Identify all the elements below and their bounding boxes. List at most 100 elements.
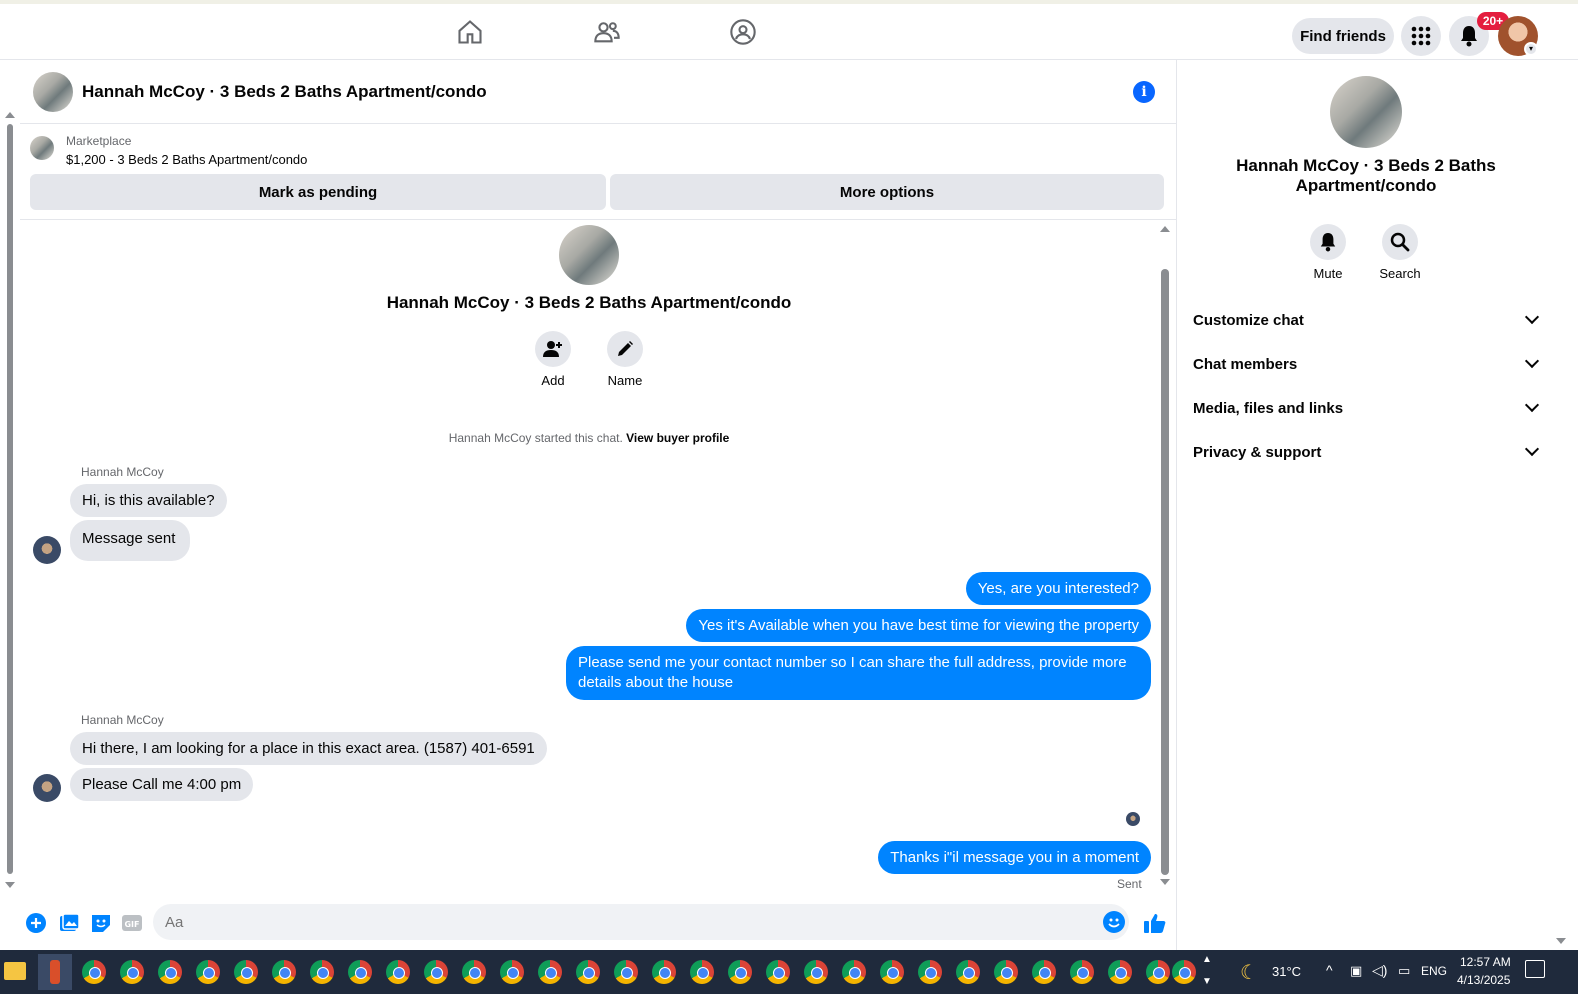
search-in-chat-button[interactable]: Search — [1370, 224, 1430, 281]
temperature[interactable]: 31°C — [1272, 964, 1301, 979]
gif-icon[interactable]: GIF — [121, 912, 143, 934]
chrome-profile-icon[interactable] — [842, 960, 866, 984]
message-bubble-outgoing[interactable]: Yes it's Available when you have best ti… — [686, 609, 1151, 642]
scroll-down-arrow-icon[interactable] — [5, 882, 15, 888]
emoji-icon[interactable] — [1103, 911, 1125, 933]
menu-grid-icon[interactable] — [1401, 16, 1441, 56]
chrome-profile-icon[interactable] — [918, 960, 942, 984]
chat-title[interactable]: Hannah McCoy · 3 Beds 2 Baths Apartment/… — [82, 82, 487, 102]
chrome-profile-icon[interactable] — [614, 960, 638, 984]
chrome-profile-icon[interactable] — [82, 960, 106, 984]
groups-icon[interactable] — [729, 18, 757, 46]
view-buyer-profile-link[interactable]: View buyer profile — [626, 431, 729, 445]
taskbar-scroll-up-icon[interactable]: ▲ — [1202, 954, 1212, 965]
chrome-profile-icon[interactable] — [424, 960, 448, 984]
chrome-profile-icon[interactable] — [196, 960, 220, 984]
chrome-profile-icon[interactable] — [234, 960, 258, 984]
chrome-profile-icon[interactable] — [158, 960, 182, 984]
active-app-icon[interactable] — [38, 954, 72, 990]
chevron-down-icon — [1524, 441, 1540, 457]
search-icon — [1382, 224, 1418, 260]
mark-as-pending-button[interactable]: Mark as pending — [30, 174, 606, 210]
customize-chat-section[interactable]: Customize chat — [1193, 298, 1543, 342]
listing-price[interactable]: $1,200 - 3 Beds 2 Baths Apartment/condo — [66, 152, 307, 167]
page-scrollbar[interactable] — [4, 110, 15, 890]
chrome-profile-icon[interactable] — [576, 960, 600, 984]
window-scroll-down-icon[interactable] — [1556, 938, 1566, 944]
chat-thumbnail[interactable] — [33, 72, 73, 112]
name-chat-button[interactable]: Name — [600, 331, 650, 388]
language-indicator[interactable]: ENG — [1421, 964, 1447, 978]
message-bubble-outgoing[interactable]: Please send me your contact number so I … — [566, 646, 1151, 700]
clock-date[interactable]: 4/13/2025 — [1457, 973, 1510, 987]
message-bubble-outgoing[interactable]: Yes, are you interested? — [965, 572, 1151, 605]
info-icon[interactable]: i — [1133, 81, 1155, 103]
message-bubble-outgoing[interactable]: Thanks i"il message you in a moment — [878, 841, 1151, 874]
chrome-profile-icon[interactable] — [120, 960, 144, 984]
details-title-line-1: Hannah McCoy · 3 Beds 2 Baths — [1236, 156, 1496, 175]
message-bubble-incoming[interactable]: Please Call me 4:00 pm — [70, 768, 254, 801]
volume-icon[interactable]: ◁) — [1372, 962, 1387, 979]
sender-avatar[interactable] — [33, 774, 61, 802]
messages-scroll-up-icon[interactable] — [1160, 226, 1170, 232]
chrome-profile-icon[interactable] — [804, 960, 828, 984]
chrome-profile-icon[interactable] — [1108, 960, 1132, 984]
file-explorer-icon[interactable] — [4, 962, 26, 980]
listing-thumbnail[interactable] — [30, 136, 54, 160]
scroll-up-arrow-icon[interactable] — [5, 112, 15, 118]
account-chevron-icon[interactable]: ▾ — [1524, 42, 1538, 56]
chrome-profile-icon[interactable] — [462, 960, 486, 984]
chrome-profile-icon[interactable] — [956, 960, 980, 984]
chrome-profile-icon[interactable] — [386, 960, 410, 984]
more-options-button[interactable]: More options — [610, 174, 1164, 210]
chrome-profile-icon[interactable] — [1070, 960, 1094, 984]
chrome-profile-icon[interactable] — [272, 960, 296, 984]
chrome-profile-icon[interactable] — [1172, 960, 1196, 984]
thumbs-up-icon[interactable] — [1143, 912, 1166, 934]
chrome-profile-icon[interactable] — [310, 960, 334, 984]
sticker-icon[interactable] — [90, 912, 112, 934]
message-list: Hannah McCoy · 3 Beds 2 Baths Apartment/… — [20, 221, 1176, 897]
chrome-profile-icon[interactable] — [766, 960, 790, 984]
window-scrollbar[interactable] — [1554, 60, 1578, 950]
media-files-links-section[interactable]: Media, files and links — [1193, 386, 1543, 430]
chrome-profile-icon[interactable] — [728, 960, 752, 984]
add-person-icon — [535, 331, 571, 367]
chat-members-section[interactable]: Chat members — [1193, 342, 1543, 386]
chrome-profile-icon[interactable] — [1146, 960, 1170, 984]
sender-avatar[interactable] — [33, 536, 61, 564]
display-icon[interactable]: ▭ — [1398, 963, 1410, 979]
message-bubble-incoming[interactable]: Hi there, I am looking for a place in th… — [70, 732, 547, 765]
add-people-button[interactable]: Add — [528, 331, 578, 388]
plus-circle-icon[interactable] — [25, 912, 47, 934]
network-icon[interactable]: ▣ — [1350, 963, 1362, 979]
home-icon[interactable] — [456, 18, 484, 46]
chevron-down-icon — [1524, 353, 1540, 369]
chrome-profile-icon[interactable] — [690, 960, 714, 984]
chrome-profile-icon[interactable] — [500, 960, 524, 984]
friends-icon[interactable] — [593, 18, 621, 46]
chrome-profile-icon[interactable] — [1032, 960, 1056, 984]
chrome-profile-icon[interactable] — [348, 960, 372, 984]
taskbar-scroll-down-icon[interactable]: ▼ — [1202, 976, 1212, 987]
message-bubble-incoming[interactable]: Message sent — [70, 520, 191, 561]
photo-icon[interactable] — [58, 912, 80, 934]
chat-header: Hannah McCoy · 3 Beds 2 Baths Apartment/… — [20, 60, 1176, 124]
started-text: Hannah McCoy started this chat. — [448, 431, 623, 445]
show-hidden-icons-icon[interactable]: ^ — [1326, 962, 1333, 978]
mute-button[interactable]: Mute — [1298, 224, 1358, 281]
messages-scroll-thumb[interactable] — [1161, 269, 1169, 875]
chrome-profile-icon[interactable] — [994, 960, 1018, 984]
chrome-profile-icon[interactable] — [880, 960, 904, 984]
page-scroll-thumb[interactable] — [7, 124, 13, 874]
find-friends-button[interactable]: Find friends — [1292, 18, 1394, 54]
chrome-profile-icon[interactable] — [538, 960, 562, 984]
message-bubble-incoming[interactable]: Hi, is this available? — [70, 484, 227, 517]
privacy-support-section[interactable]: Privacy & support — [1193, 430, 1543, 474]
weather-moon-icon[interactable]: ☾ — [1240, 960, 1258, 985]
notification-center-icon[interactable] — [1525, 960, 1545, 978]
message-input[interactable] — [153, 904, 1129, 940]
clock-time[interactable]: 12:57 AM — [1460, 955, 1511, 969]
chrome-profile-icon[interactable] — [652, 960, 676, 984]
messages-scroll-down-icon[interactable] — [1160, 879, 1170, 885]
